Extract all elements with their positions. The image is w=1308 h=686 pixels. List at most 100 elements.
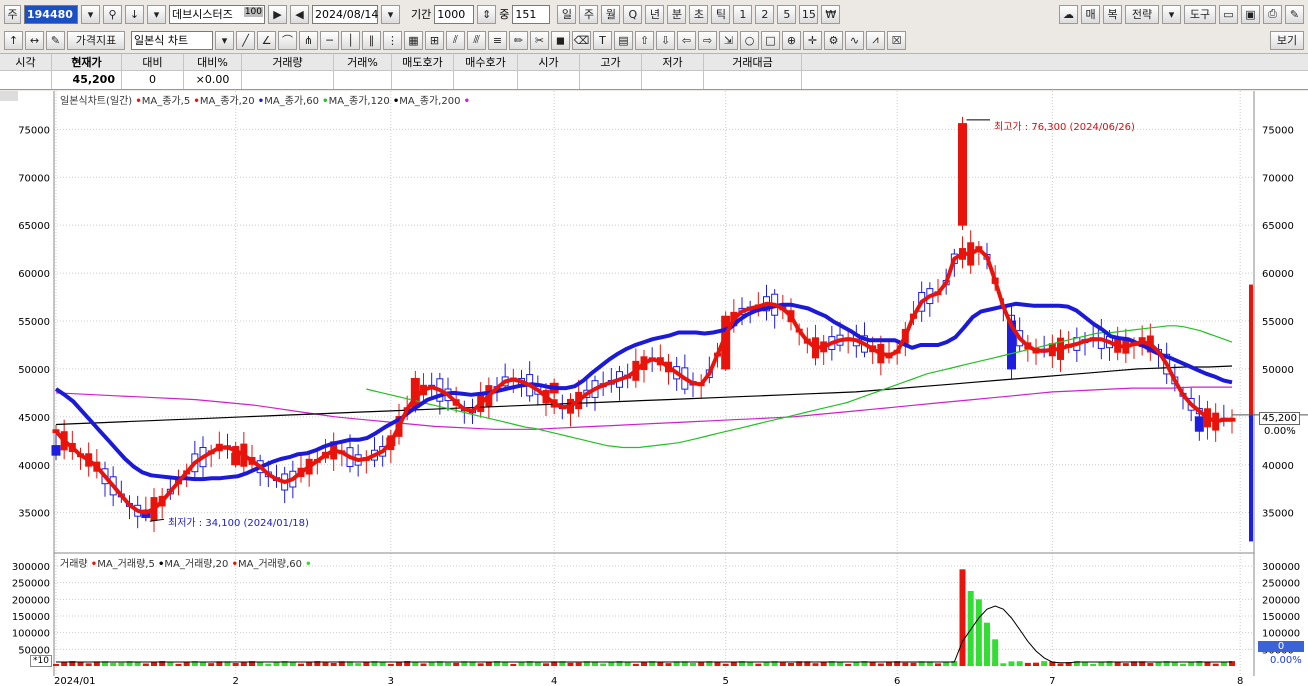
prev-stock-icon[interactable]: ◀ [290, 4, 309, 24]
arrow-box-icon[interactable]: ⇲ [719, 30, 738, 50]
volume-bar [1090, 663, 1097, 666]
timeframe-year[interactable]: 년 [645, 4, 665, 24]
horizontal-line-icon[interactable]: ─ [320, 30, 339, 50]
right-arrow-mark-icon[interactable]: ⇨ [698, 30, 717, 50]
date-input[interactable]: 2024/08/14 [312, 4, 378, 24]
interval-15[interactable]: 15 [799, 4, 819, 24]
volume-bar [510, 663, 517, 666]
eraser-icon[interactable]: ⌫ [572, 30, 591, 50]
parallel-icon[interactable]: ⫻ [467, 30, 486, 50]
zigzag-icon[interactable]: ⩘ [866, 30, 885, 50]
calendar-dropdown-icon[interactable]: ▾ [381, 4, 400, 24]
timeframe-second[interactable]: 초 [689, 4, 709, 24]
print-icon[interactable]: ⎙ [1263, 4, 1282, 24]
volume-legend-title: 거래량 [60, 559, 88, 570]
pencil-icon[interactable]: ✏ [509, 30, 528, 50]
interval-1[interactable]: 1 [733, 4, 753, 24]
arc-icon[interactable]: ⌒ [278, 30, 297, 50]
view-button[interactable]: 보기 [1270, 30, 1304, 50]
vertical-line-icon[interactable]: │ [341, 30, 360, 50]
trendline-icon[interactable]: ╱ [236, 30, 255, 50]
cycle-lines-icon[interactable]: ∥ [362, 30, 381, 50]
chart-type-select[interactable]: 일본식 차트 [131, 30, 213, 50]
tools-icon[interactable]: ✂ [530, 30, 549, 50]
price-tick-label-left: 55000 [18, 317, 50, 328]
note-icon[interactable]: ▤ [614, 30, 633, 50]
timeframe-minute[interactable]: 분 [667, 4, 687, 24]
volume-bar [1204, 662, 1211, 666]
dropdown-arrow-icon[interactable]: ▾ [147, 4, 166, 24]
sort-icon[interactable]: ↓ [125, 4, 144, 24]
buy-sell-button[interactable]: 매 [1081, 4, 1100, 24]
val-time [0, 71, 52, 89]
timeframe-month[interactable]: 월 [601, 4, 621, 24]
volume-bar [845, 663, 852, 666]
stock-name-field[interactable]: 데브시스터즈 100 [169, 4, 265, 24]
period-input[interactable]: 1000 [434, 4, 475, 24]
dropdown-arrow-icon[interactable]: ▾ [215, 30, 234, 50]
open-folder-icon[interactable]: ▭ [1219, 4, 1238, 24]
price-tick-label-left: 70000 [18, 173, 50, 184]
price-tick-label-left: 75000 [18, 125, 50, 136]
cloud-icon[interactable]: ☁ [1059, 4, 1078, 24]
up-arrow-mark-icon[interactable]: ⇧ [635, 30, 654, 50]
month-label: 2024/01 [54, 676, 96, 686]
price-index-button[interactable]: 가격지표 [67, 30, 125, 50]
ma60-label: MA_종가,60 [264, 96, 319, 107]
wave-icon[interactable]: ∿ [845, 30, 864, 50]
interval-5[interactable]: 5 [777, 4, 797, 24]
save-icon[interactable]: ▣ [1241, 4, 1260, 24]
volume-bar [1155, 662, 1162, 666]
dropdown-arrow-icon[interactable]: ▾ [1162, 4, 1181, 24]
search-icon[interactable]: ⚲ [103, 4, 122, 24]
angle-line-icon[interactable]: ∠ [257, 30, 276, 50]
arrow-up-icon[interactable]: ↑ [4, 30, 23, 50]
fibonacci-icon[interactable]: ≡ [488, 30, 507, 50]
table-icon[interactable]: ▦ [404, 30, 423, 50]
stock-code-input[interactable]: 194480 [24, 4, 78, 24]
price-tick-label-left: 60000 [18, 269, 50, 280]
wrench-icon[interactable]: ✎ [1285, 4, 1304, 24]
down-arrow-mark-icon[interactable]: ⇩ [656, 30, 675, 50]
val-change-pct: 0.00 [204, 73, 230, 86]
crosshair-icon[interactable]: ✛ [803, 30, 822, 50]
next-stock-icon[interactable]: ▶ [268, 4, 287, 24]
settings-icon[interactable]: ⚙ [824, 30, 843, 50]
rectangle-icon[interactable]: □ [761, 30, 780, 50]
clear-drawing-icon[interactable]: ☒ [887, 30, 906, 50]
gann-icon[interactable]: ⊞ [425, 30, 444, 50]
edit-icon[interactable]: ✎ [46, 30, 65, 50]
zoom-icon[interactable]: ⊕ [782, 30, 801, 50]
timeframe-quarter[interactable]: Q [623, 4, 643, 24]
dropdown-arrow-icon[interactable]: ▾ [81, 4, 100, 24]
strategy-button[interactable]: 전략 [1125, 4, 1159, 24]
candle-body-key [1194, 416, 1204, 432]
price-range-down-strip [1249, 414, 1253, 542]
volume-bar [53, 664, 59, 666]
text-icon[interactable]: T [593, 30, 612, 50]
middle-input[interactable]: 151 [512, 4, 551, 24]
timeframe-day[interactable]: 일 [557, 4, 577, 24]
left-arrow-mark-icon[interactable]: ⇦ [677, 30, 696, 50]
circle-icon[interactable]: ○ [740, 30, 759, 50]
color-icon[interactable]: ◼ [551, 30, 570, 50]
stock-chart[interactable]: 3500035000400004000045000450005000050000… [0, 91, 1308, 686]
volume-bar [1041, 661, 1048, 666]
restore-button[interactable]: 복 [1103, 4, 1122, 24]
volume-bar [420, 663, 427, 666]
currency-toggle[interactable]: ₩ [821, 4, 841, 24]
channel-icon[interactable]: ⫽ [446, 30, 465, 50]
market-selector[interactable]: 주 [4, 4, 21, 24]
timeframe-week[interactable]: 주 [579, 4, 599, 24]
interval-2[interactable]: 2 [755, 4, 775, 24]
vol-extra-dot: • [305, 559, 312, 570]
tools-button[interactable]: 도구 [1184, 4, 1216, 24]
price-tick-label-right: 35000 [1262, 509, 1294, 520]
volume-bar [534, 662, 541, 666]
period-spin-icon[interactable]: ⇕ [477, 4, 497, 24]
fan-icon[interactable]: ⋔ [299, 30, 318, 50]
timeframe-tick[interactable]: 틱 [711, 4, 731, 24]
expand-horizontal-icon[interactable]: ↔ [25, 30, 44, 50]
volume-bar-spike [984, 622, 990, 666]
grid-lines-icon[interactable]: ⋮ [383, 30, 402, 50]
